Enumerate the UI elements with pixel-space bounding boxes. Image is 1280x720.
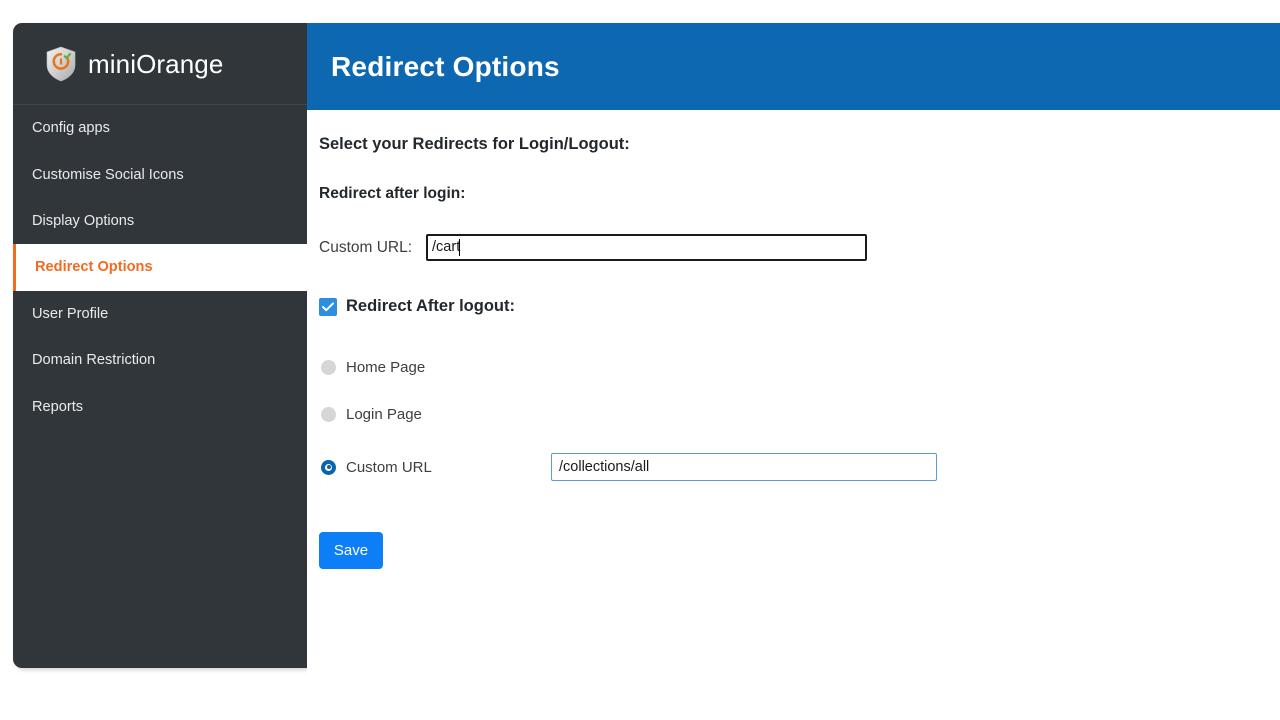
sidebar-item-display-options[interactable]: Display Options [13, 198, 307, 244]
redirect-after-logout-row: Redirect After logout: [319, 297, 1280, 316]
sidebar-item-label: Reports [32, 398, 84, 415]
page-header: Redirect Options [307, 23, 1280, 110]
login-custom-url-input[interactable]: /cart [426, 234, 868, 261]
radio-custom-url[interactable] [321, 459, 336, 475]
radio-login-page[interactable] [321, 407, 336, 422]
radio-label: Home Page [346, 359, 426, 376]
redirect-after-logout-label: Redirect After logout: [346, 297, 515, 315]
brand-name: miniOrange [88, 48, 224, 79]
main-content: Select your Redirects for Login/Logout: … [307, 110, 1280, 720]
login-custom-url-label: Custom URL: [319, 238, 413, 256]
section-title: Select your Redirects for Login/Logout: [319, 135, 630, 153]
radio-label: Custom URL [346, 458, 432, 476]
brand-header: miniOrange [13, 23, 307, 105]
sidebar-item-config-apps[interactable]: Config apps [13, 105, 307, 151]
sidebar-item-reports[interactable]: Reports [13, 383, 307, 429]
logout-option-login-page[interactable]: Login Page [319, 406, 1280, 423]
save-button-wrap: Save [319, 532, 1280, 569]
login-custom-url-row: Custom URL: /cart [319, 234, 1280, 261]
save-button[interactable]: Save [319, 532, 383, 569]
sidebar-item-label: Customise Social Icons [32, 166, 184, 183]
sidebar-nav: Config apps Customise Social Icons Displ… [13, 105, 307, 430]
page-title: Redirect Options [331, 50, 560, 82]
check-icon [322, 301, 334, 311]
radio-home-page[interactable] [321, 360, 336, 375]
sidebar-item-label: User Profile [32, 305, 109, 322]
text-caret [459, 239, 461, 256]
sidebar-item-label: Config apps [32, 120, 110, 137]
sidebar-item-domain-restriction[interactable]: Domain Restriction [13, 337, 307, 383]
shield-check-icon [45, 46, 77, 82]
login-custom-url-value: /cart [432, 239, 461, 256]
sidebar: miniOrange Config apps Customise Social … [13, 23, 307, 668]
sidebar-item-label: Display Options [32, 212, 135, 229]
sidebar-item-label: Domain Restriction [32, 352, 156, 369]
redirect-after-login-label: Redirect after login: [319, 185, 466, 202]
radio-label: Login Page [346, 406, 422, 423]
sidebar-item-user-profile[interactable]: User Profile [13, 291, 307, 337]
app-root: miniOrange Config apps Customise Social … [0, 0, 1280, 720]
sidebar-item-customise-social-icons[interactable]: Customise Social Icons [13, 151, 307, 197]
logout-option-custom-url[interactable]: Custom URL [319, 453, 1280, 481]
sidebar-item-redirect-options[interactable]: Redirect Options [13, 244, 307, 291]
logout-option-home-page[interactable]: Home Page [319, 359, 1280, 376]
redirect-after-logout-checkbox[interactable] [319, 297, 337, 316]
logout-custom-url-input[interactable] [551, 453, 937, 481]
sidebar-item-label: Redirect Options [35, 259, 153, 276]
